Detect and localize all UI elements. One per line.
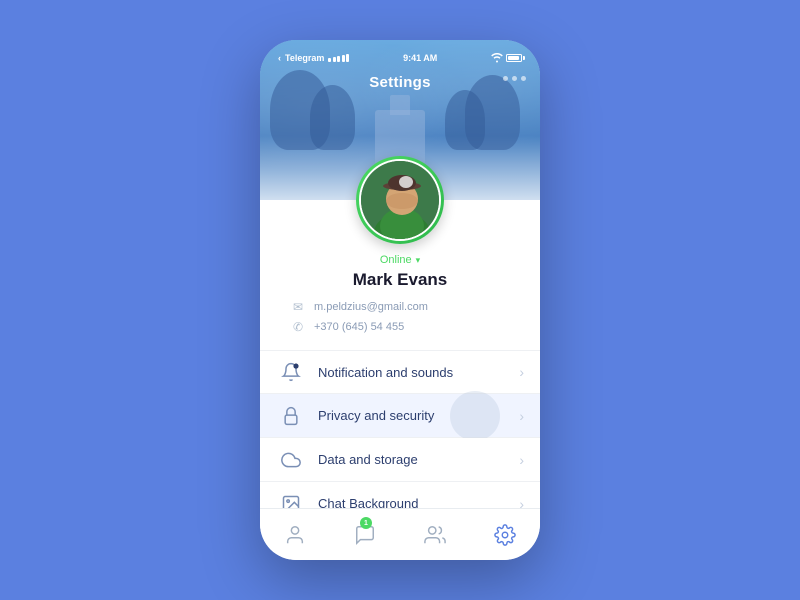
- lock-icon: [281, 406, 301, 426]
- header-options[interactable]: [503, 76, 526, 81]
- profile-tab-icon: [284, 524, 306, 546]
- page-title: Settings: [260, 74, 540, 91]
- notifications-chevron: ›: [519, 364, 524, 380]
- battery-icon: [506, 54, 522, 62]
- privacy-icon-wrap: [276, 401, 306, 431]
- privacy-chevron: ›: [519, 408, 524, 424]
- menu-item-privacy[interactable]: Privacy and security ›: [260, 394, 540, 438]
- tab-settings[interactable]: [470, 509, 540, 560]
- tab-profile[interactable]: [260, 509, 330, 560]
- email-row: ✉ m.peldzius@gmail.com: [290, 300, 510, 314]
- status-time: 9:41 AM: [403, 53, 437, 63]
- avatar-image: [361, 161, 441, 241]
- status-text: Online: [380, 254, 412, 266]
- cloud-icon: [281, 450, 301, 470]
- menu-item-background[interactable]: Chat Background ›: [260, 482, 540, 508]
- background-label: Chat Background: [318, 496, 519, 508]
- background-chevron: ›: [519, 496, 524, 509]
- user-phone: +370 (645) 54 455: [314, 321, 404, 333]
- notifications-label: Notification and sounds: [318, 365, 519, 380]
- back-arrow: ‹: [278, 53, 281, 63]
- background-icon-wrap: [276, 489, 306, 509]
- avatar: [359, 159, 441, 241]
- carrier-name: Telegram: [285, 53, 324, 63]
- online-status[interactable]: Online ▾: [380, 254, 420, 266]
- contacts-tab-icon: [424, 524, 446, 546]
- profile-section: Online ▾ Mark Evans ✉ m.peldzius@gmail.c…: [260, 200, 540, 350]
- wifi-icon: [491, 53, 503, 63]
- bell-icon: [281, 362, 301, 382]
- tab-contacts[interactable]: [400, 509, 470, 560]
- menu-item-storage[interactable]: Data and storage ›: [260, 438, 540, 482]
- user-name: Mark Evans: [353, 270, 448, 290]
- messages-badge: 1: [360, 517, 372, 529]
- tab-messages[interactable]: 1: [330, 509, 400, 560]
- phone-icon: ✆: [290, 320, 306, 334]
- storage-icon-wrap: [276, 445, 306, 475]
- menu-item-notifications[interactable]: Notification and sounds ›: [260, 350, 540, 394]
- tab-bar: 1: [260, 508, 540, 560]
- status-bar: ‹ Telegram 9:41 AM: [260, 40, 540, 68]
- avatar-ring: [356, 156, 444, 244]
- storage-chevron: ›: [519, 452, 524, 468]
- email-icon: ✉: [290, 300, 306, 314]
- privacy-label: Privacy and security: [318, 408, 519, 423]
- signal-indicator: [328, 54, 349, 62]
- user-email: m.peldzius@gmail.com: [314, 301, 428, 313]
- storage-label: Data and storage: [318, 452, 519, 467]
- phone-frame: ‹ Telegram 9:41 AM: [260, 40, 540, 560]
- avatar-wrapper[interactable]: [356, 156, 444, 244]
- user-info: ✉ m.peldzius@gmail.com ✆ +370 (645) 54 4…: [260, 300, 540, 334]
- status-right: [491, 53, 522, 63]
- status-chevron: ▾: [416, 255, 421, 266]
- phone-row: ✆ +370 (645) 54 455: [290, 320, 510, 334]
- menu-section: Notification and sounds › Privacy and se…: [260, 350, 540, 508]
- status-left: ‹ Telegram: [278, 53, 349, 63]
- notifications-icon-wrap: [276, 357, 306, 387]
- image-icon: [281, 494, 301, 509]
- settings-tab-icon: [494, 524, 516, 546]
